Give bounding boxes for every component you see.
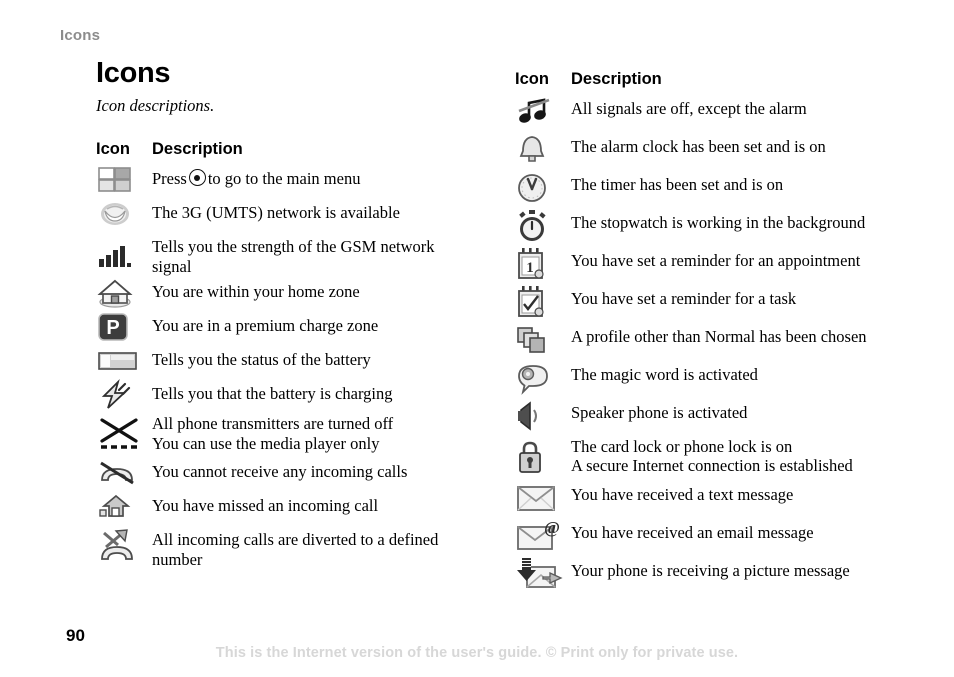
table-row: The magic word is activated	[515, 359, 925, 397]
row-desc-pre: Press	[152, 169, 187, 189]
right-col-header-icon: Icon	[515, 70, 549, 88]
table-row: All incoming calls are diverted to a def…	[96, 524, 488, 569]
table-row: The 3G (UMTS) network is available	[96, 197, 488, 231]
table-row: The timer has been set and is on	[515, 169, 925, 207]
table-row: Tells you the strength of the GSM networ…	[96, 231, 488, 276]
missed-call-icon	[96, 490, 152, 524]
table-row: 1 You have set a reminder for an appoint…	[515, 245, 925, 283]
table-cell-description: The card lock or phone lock is on A secu…	[571, 435, 925, 476]
table-row: You have received a text message	[515, 479, 925, 517]
main-menu-grid-icon	[96, 163, 152, 197]
table-cell-description: You are in a premium charge zone	[152, 316, 379, 336]
left-col-header-icon: Icon	[96, 140, 130, 159]
3g-umts-network-icon	[96, 197, 152, 231]
table-row: Your phone is receiving a picture messag…	[515, 555, 925, 593]
table-row: Speaker phone is activated	[515, 397, 925, 435]
table-row: P You are in a premium charge zone	[96, 310, 488, 344]
picture-message-incoming-icon	[515, 555, 571, 593]
table-row: All signals are off, except the alarm	[515, 93, 925, 131]
joystick-center-key-icon	[188, 169, 206, 187]
table-cell-description: The 3G (UMTS) network is available	[152, 203, 400, 223]
lock-icon	[515, 435, 571, 479]
profile-icon	[515, 321, 571, 359]
magic-word-icon	[515, 359, 571, 397]
task-reminder-icon	[515, 283, 571, 321]
right-table-header: Icon Description	[515, 70, 925, 89]
left-column: Icons Icon descriptions. Icon Descriptio…	[88, 58, 488, 569]
row-desc-line1: The card lock or phone lock is on	[571, 437, 793, 456]
silent-mode-music-note-icon	[515, 93, 571, 131]
battery-status-icon	[96, 344, 152, 378]
table-cell-description: All signals are off, except the alarm	[571, 99, 807, 118]
svg-text:@: @	[544, 518, 560, 537]
table-cell-description: All incoming calls are diverted to a def…	[152, 524, 488, 569]
table-cell-description: You cannot receive any incoming calls	[152, 462, 408, 482]
home-zone-icon	[96, 276, 152, 310]
row-desc-line2: number	[152, 549, 203, 569]
table-row: @ You have received an email message	[515, 517, 925, 555]
row-desc-line1: All incoming calls are diverted to a def…	[152, 530, 439, 550]
table-row: You have missed an incoming call	[96, 490, 488, 524]
email-message-envelope-icon: @	[515, 517, 571, 555]
appointment-reminder-icon: 1	[515, 245, 571, 283]
table-row: A profile other than Normal has been cho…	[515, 321, 925, 359]
table-cell-description: You have set a reminder for a task	[571, 289, 797, 308]
table-row: Press to go to the main menu	[96, 163, 488, 197]
table-cell-description: The magic word is activated	[571, 365, 758, 384]
table-cell-description: Tells you the status of the battery	[152, 350, 371, 370]
table-row: You have set a reminder for a task	[515, 283, 925, 321]
table-row: Tells you the status of the battery	[96, 344, 488, 378]
row-desc-post: to go to the main menu	[207, 169, 361, 189]
table-row: You cannot receive any incoming calls	[96, 456, 488, 490]
table-cell-description: You have set a reminder for an appointme…	[571, 251, 861, 270]
no-incoming-calls-icon	[96, 456, 152, 490]
table-cell-description: The timer has been set and is on	[571, 175, 784, 194]
page-title: Icons	[96, 57, 171, 89]
table-cell-description: Your phone is receiving a picture messag…	[571, 561, 850, 580]
table-cell-description: You have missed an incoming call	[152, 496, 379, 516]
table-row: You are within your home zone	[96, 276, 488, 310]
table-cell-description: Tells you the strength of the GSM networ…	[152, 231, 488, 276]
left-col-header-description: Description	[152, 140, 243, 159]
row-desc-line1: All phone transmitters are turned off	[152, 414, 394, 434]
table-cell-description: The stopwatch is working in the backgrou…	[571, 213, 866, 232]
table-cell-description: You have received an email message	[571, 523, 814, 542]
row-desc-line2: A secure Internet connection is establis…	[571, 456, 853, 476]
gsm-signal-strength-icon	[96, 231, 152, 275]
page-number: 90	[66, 626, 85, 645]
table-row: Tells you that the battery is charging	[96, 378, 488, 412]
page-subtitle: Icon descriptions.	[96, 96, 215, 116]
footer-note: This is the Internet version of the user…	[215, 645, 739, 661]
table-cell-description: You have received a text message	[571, 485, 794, 504]
table-cell-description: Speaker phone is activated	[571, 403, 748, 422]
svg-text:P: P	[106, 317, 119, 339]
table-cell-description: You are within your home zone	[152, 282, 360, 302]
speaker-phone-icon	[515, 397, 571, 435]
table-cell-description: Tells you that the battery is charging	[152, 384, 393, 404]
svg-text:1: 1	[526, 260, 534, 276]
row-desc-line2: You can use the media player only	[152, 433, 380, 453]
alarm-clock-bell-icon	[515, 131, 571, 169]
battery-charging-icon	[96, 378, 152, 412]
table-cell-description: The alarm clock has been set and is on	[571, 137, 826, 156]
timer-icon	[515, 169, 571, 207]
table-cell-description: All phone transmitters are turned off Yo…	[152, 412, 488, 453]
left-table-header: Icon Description	[96, 140, 488, 159]
premium-charge-zone-icon: P	[96, 310, 152, 344]
flight-mode-icon	[96, 412, 152, 456]
right-column: Icon Description All signals are off, ex…	[515, 70, 925, 593]
text-message-envelope-icon	[515, 479, 571, 517]
table-cell-description: Press to go to the main menu	[152, 163, 488, 188]
right-col-header-description: Description	[571, 70, 662, 88]
call-divert-icon	[96, 524, 152, 568]
table-cell-description: A profile other than Normal has been cho…	[571, 327, 867, 346]
table-row: The stopwatch is working in the backgrou…	[515, 207, 925, 245]
stopwatch-icon	[515, 207, 571, 245]
row-desc-line2: signal	[152, 256, 192, 276]
table-row: All phone transmitters are turned off Yo…	[96, 412, 488, 456]
row-desc-line1: Tells you the strength of the GSM networ…	[152, 237, 435, 257]
running-head: Icons	[60, 27, 101, 44]
table-row: The card lock or phone lock is on A secu…	[515, 435, 925, 479]
table-row: The alarm clock has been set and is on	[515, 131, 925, 169]
